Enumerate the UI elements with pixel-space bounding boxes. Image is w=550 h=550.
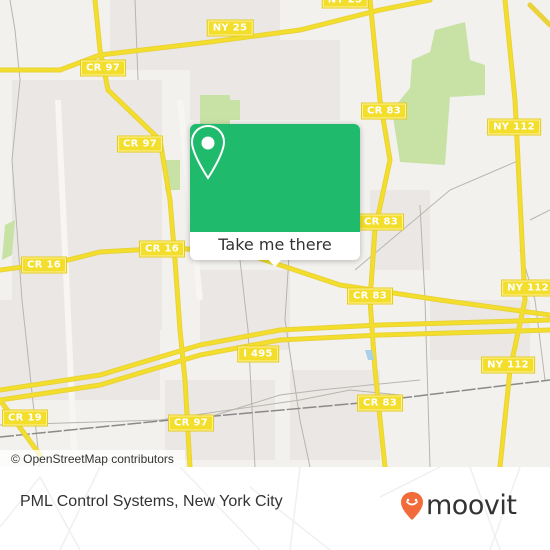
moovit-pin-icon bbox=[401, 492, 423, 520]
road-label-ny25: NY 25 bbox=[206, 19, 254, 37]
take-me-there-button[interactable]: Take me there bbox=[190, 232, 360, 260]
footer: PML Control Systems, New York City moovi… bbox=[0, 467, 550, 550]
road-label-cr16: CR 16 bbox=[139, 240, 185, 258]
moovit-wordmark: moovit bbox=[426, 490, 517, 521]
road-label-cr83: CR 83 bbox=[361, 102, 407, 120]
place-name: PML Control Systems, New York City bbox=[20, 493, 283, 510]
map-view[interactable]: NY 25 NY 25 CR 97 CR 97 CR 83 NY 112 CR … bbox=[0, 0, 550, 467]
popup-header bbox=[190, 124, 360, 232]
moovit-logo[interactable]: moovit bbox=[400, 490, 517, 521]
road-label-ny112: NY 112 bbox=[501, 279, 550, 297]
road-label-cr97: CR 97 bbox=[117, 135, 163, 153]
location-popup: Take me there bbox=[190, 124, 360, 267]
road-label-ny112: NY 112 bbox=[481, 356, 535, 374]
road-label-i495: I 495 bbox=[237, 345, 279, 363]
map-attribution[interactable]: © OpenStreetMap contributors bbox=[0, 450, 185, 467]
road-label-cr19: CR 19 bbox=[2, 409, 48, 427]
map-pin-icon bbox=[190, 124, 226, 180]
popup-pointer bbox=[267, 258, 283, 267]
road-label-cr97: CR 97 bbox=[168, 414, 214, 432]
road-label-cr16: CR 16 bbox=[21, 256, 67, 274]
road-label-cr97: CR 97 bbox=[80, 59, 126, 77]
road-label-cr83: CR 83 bbox=[358, 213, 404, 231]
road-label-ny25-top: NY 25 bbox=[321, 0, 369, 9]
road-label-ny112: NY 112 bbox=[487, 118, 541, 136]
road-label-cr83: CR 83 bbox=[357, 394, 403, 412]
road-label-cr83: CR 83 bbox=[347, 287, 393, 305]
